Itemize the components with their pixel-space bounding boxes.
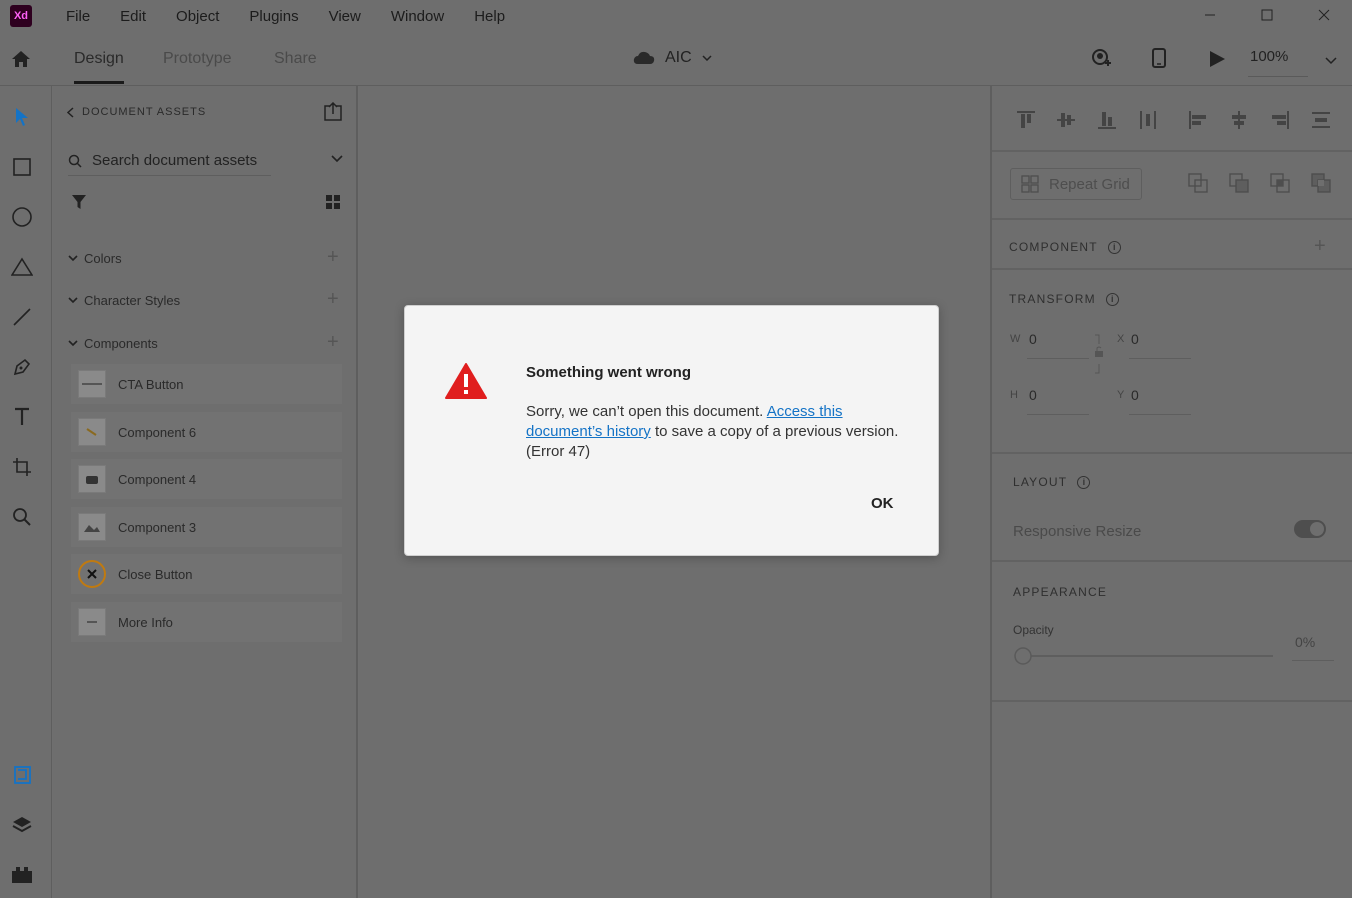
modal-overlay: Something went wrong Sorry, we can’t ope… <box>0 0 1352 898</box>
dialog-title: Something went wrong <box>526 364 691 381</box>
error-dialog: Something went wrong Sorry, we can’t ope… <box>404 305 939 556</box>
warning-icon <box>445 362 487 405</box>
dialog-message: Sorry, we can’t open this document. Acce… <box>526 402 911 462</box>
dialog-message-prefix: Sorry, we can’t open this document. <box>526 403 767 420</box>
ok-button[interactable]: OK <box>871 495 894 512</box>
